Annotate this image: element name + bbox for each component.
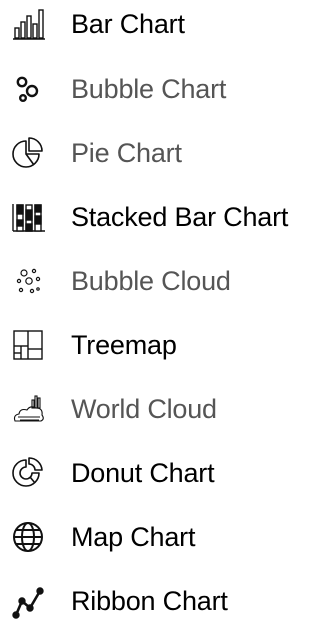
pie-chart-icon bbox=[10, 135, 46, 171]
bubble-chart-icon bbox=[10, 71, 46, 107]
bar-chart-icon bbox=[10, 6, 46, 42]
menu-item-treemap[interactable]: Treemap bbox=[0, 321, 320, 369]
menu-item-bar-chart[interactable]: Bar Chart bbox=[0, 0, 320, 48]
menu-item-label: Donut Chart bbox=[71, 457, 215, 488]
bubble-cloud-icon bbox=[10, 263, 46, 299]
menu-item-label: Stacked Bar Chart bbox=[71, 201, 289, 232]
menu-item-donut-chart[interactable]: Donut Chart bbox=[0, 449, 320, 497]
word-cloud-icon bbox=[10, 391, 46, 427]
menu-item-label: Treemap bbox=[71, 329, 177, 360]
menu-item-label: Bar Chart bbox=[71, 8, 185, 39]
donut-chart-icon bbox=[10, 455, 46, 491]
globe-icon bbox=[10, 519, 46, 555]
menu-item-stacked-bar-chart[interactable]: Stacked Bar Chart bbox=[0, 193, 320, 241]
menu-item-label: World Cloud bbox=[71, 393, 217, 424]
menu-item-label: Map Chart bbox=[71, 521, 196, 552]
menu-item-bubble-cloud[interactable]: Bubble Cloud bbox=[0, 257, 320, 305]
stacked-bar-chart-icon bbox=[10, 199, 46, 235]
menu-item-bubble-chart[interactable]: Bubble Chart bbox=[0, 65, 320, 113]
menu-item-label: Pie Chart bbox=[71, 137, 182, 168]
menu-item-label: Ribbon Chart bbox=[71, 585, 228, 616]
ribbon-chart-icon bbox=[10, 583, 46, 619]
chart-type-menu: Bar Chart Bubble Chart Pie Chart Stacked… bbox=[0, 0, 320, 619]
menu-item-ribbon-chart[interactable]: Ribbon Chart bbox=[0, 577, 320, 625]
treemap-icon bbox=[10, 327, 46, 363]
menu-item-label: Bubble Chart bbox=[71, 73, 227, 104]
menu-item-map-chart[interactable]: Map Chart bbox=[0, 513, 320, 561]
menu-item-pie-chart[interactable]: Pie Chart bbox=[0, 129, 320, 177]
menu-item-world-cloud[interactable]: World Cloud bbox=[0, 385, 320, 433]
menu-item-label: Bubble Cloud bbox=[71, 265, 231, 296]
